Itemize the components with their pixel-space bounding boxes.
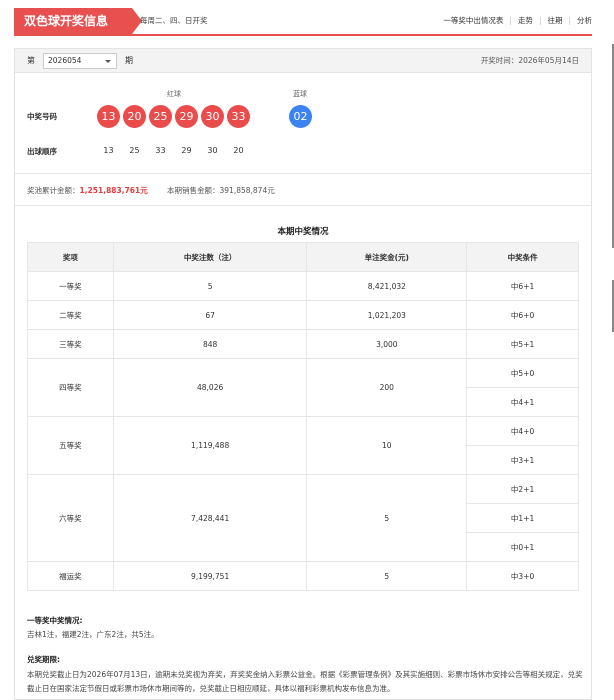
red-ball: 20 [123, 105, 146, 128]
prize-name: 福运奖 [27, 561, 114, 591]
issue-suffix: 期 [125, 56, 133, 65]
prize-table-title: 本期中奖情况 [277, 227, 329, 237]
ball-order-value: 13 [103, 146, 114, 155]
first-prize-winners-title: 一等奖中奖情况: [27, 616, 83, 625]
prize-amount: 5 [306, 474, 468, 562]
ball-order-value: 30 [207, 146, 218, 155]
ball-order-value: 29 [181, 146, 192, 155]
winning-numbers-label: 中奖号码 [27, 112, 57, 121]
draw-date-value: 2026年05月14日 [518, 56, 579, 65]
pool-value: 1,251,883,761元 [79, 186, 148, 195]
table-header-row: 奖项 中奖注数（注） 单注奖金(元) 中奖条件 [27, 242, 579, 272]
prize-name: 二等奖 [27, 300, 114, 330]
red-ball-label: 红球 [167, 90, 181, 98]
sales-total: 本期销售金额：391,858,874元 [167, 185, 275, 196]
issue-prefix: 第 [27, 56, 35, 65]
prize-condition: 中3+1 [466, 445, 579, 475]
ball-order-value: 20 [233, 146, 244, 155]
winner-count: 48,026 [112, 358, 308, 417]
red-ball: 13 [97, 105, 120, 128]
prize-amount: 8,421,032 [306, 271, 468, 301]
red-ball: 29 [175, 105, 198, 128]
prize-amount: 200 [306, 358, 468, 417]
prize-condition: 中5+1 [466, 329, 579, 359]
winner-count: 9,199,751 [112, 561, 308, 591]
table-row: 一等奖 5 8,421,032 中6+1 [27, 271, 579, 301]
jackpot-pool: 奖池累计金额：1,251,883,761元 [27, 185, 148, 196]
nav-first-prize-table[interactable]: 一等奖中出情况表 [443, 8, 503, 34]
winner-count: 848 [112, 329, 308, 359]
prize-name: 一等奖 [27, 271, 114, 301]
prize-amount: 10 [306, 416, 468, 475]
winner-count: 5 [112, 271, 308, 301]
issue-select[interactable]: 2026054 [43, 53, 117, 69]
prize-amount: 3,000 [306, 329, 468, 359]
winner-count: 67 [112, 300, 308, 330]
nav-separator: | [509, 16, 512, 25]
column-header: 奖项 [27, 242, 114, 272]
prize-amount: 1,021,203 [306, 300, 468, 330]
page-title: 双色球开奖信息 [14, 8, 142, 34]
prize-amount: 5 [306, 561, 468, 591]
first-prize-winners-text: 吉林1注，福建2注，广东2注，共5注。 [27, 630, 159, 639]
divider [15, 173, 591, 174]
prize-name: 四等奖 [27, 358, 114, 417]
claim-deadline-title: 兑奖期限: [27, 655, 60, 664]
ball-order-label: 出球顺序 [27, 147, 57, 156]
prize-condition: 中3+0 [466, 561, 579, 591]
prize-condition: 中1+1 [466, 503, 579, 533]
draw-date-label: 开奖时间： [480, 56, 519, 65]
issue-value: 2026054 [48, 56, 82, 65]
nav-history[interactable]: 往期 [547, 8, 562, 34]
nav-analysis[interactable]: 分析 [577, 8, 592, 34]
draw-date: 开奖时间：2026年05月14日 [481, 49, 579, 73]
top-nav: 一等奖中出情况表 | 走势 | 往期 | 分析 [443, 8, 592, 34]
table-row: 五等奖 1,119,488 10 中4+0 [27, 416, 579, 475]
draw-schedule: 每周二、四、日开奖 [140, 16, 208, 25]
table-row: 二等奖 67 1,021,203 中6+0 [27, 300, 579, 330]
prize-condition: 中6+0 [466, 300, 579, 330]
winner-count: 1,119,488 [112, 416, 308, 475]
column-header: 中奖注数（注） [112, 242, 308, 272]
table-row: 四等奖 48,026 200 中5+0 [27, 358, 579, 417]
draw-panel: 第 2026054 期 开奖时间：2026年05月14日 红球 蓝球 中奖号码 … [14, 48, 592, 700]
ball-order-value: 33 [155, 146, 166, 155]
nav-separator: | [568, 16, 571, 25]
ball-order-value: 25 [129, 146, 140, 155]
claim-deadline-text: 本期兑奖截止日为2026年07月13日，逾期未兑奖视为弃奖，弃奖奖金纳入彩票公益… [27, 670, 583, 693]
prize-name: 三等奖 [27, 329, 114, 359]
red-ball: 30 [201, 105, 224, 128]
prize-name: 六等奖 [27, 474, 114, 562]
header: 双色球开奖信息 每周二、四、日开奖 一等奖中出情况表 | 走势 | 往期 | 分… [14, 8, 592, 36]
column-header: 中奖条件 [466, 242, 579, 272]
pool-label: 奖池累计金额： [27, 186, 80, 195]
prize-condition: 中4+1 [466, 387, 579, 417]
prize-condition: 中2+1 [466, 474, 579, 504]
chevron-down-icon [105, 60, 111, 63]
prize-name: 五等奖 [27, 416, 114, 475]
column-header: 单注奖金(元) [306, 242, 468, 272]
winner-count: 7,428,441 [112, 474, 308, 562]
table-row: 三等奖 848 3,000 中5+1 [27, 329, 579, 359]
sales-value: 391,858,874元 [219, 186, 275, 195]
blue-ball-label: 蓝球 [293, 90, 307, 98]
table-row: 六等奖 7,428,441 5 中2+1 [27, 474, 579, 562]
blue-ball: 02 [289, 105, 312, 128]
nav-trend[interactable]: 走势 [518, 8, 533, 34]
nav-separator: | [538, 16, 542, 25]
prize-condition: 中0+1 [466, 532, 579, 562]
issue-bar: 第 2026054 期 开奖时间：2026年05月14日 [15, 49, 591, 73]
prize-condition: 中5+0 [466, 358, 579, 388]
red-ball: 33 [227, 105, 250, 128]
prize-table: 奖项 中奖注数（注） 单注奖金(元) 中奖条件 一等奖 5 8,421,032 … [27, 242, 579, 591]
prize-condition: 中6+1 [466, 271, 579, 301]
table-row: 福运奖 9,199,751 5 中3+0 [27, 561, 579, 591]
red-ball: 25 [149, 105, 172, 128]
sales-label: 本期销售金额： [167, 186, 220, 195]
prize-condition: 中4+0 [466, 416, 579, 446]
divider [15, 205, 591, 206]
